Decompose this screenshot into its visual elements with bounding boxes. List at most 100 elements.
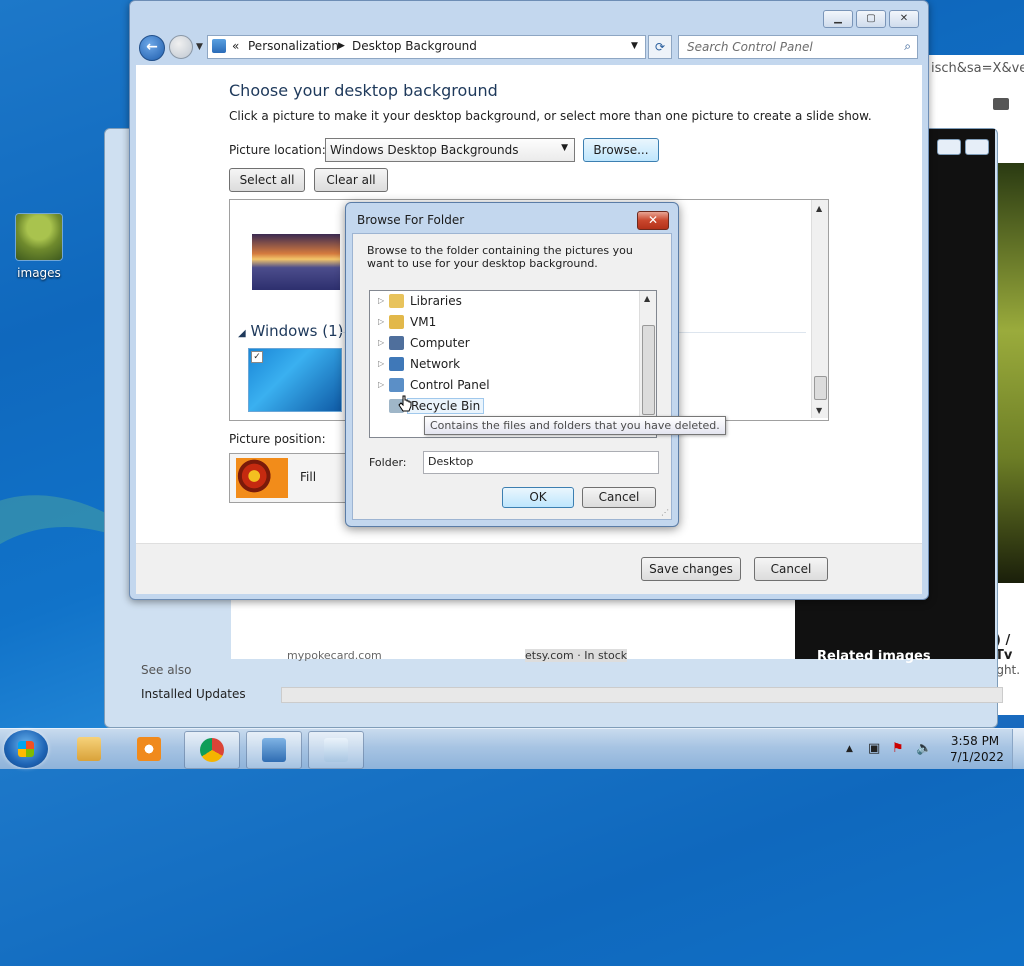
folder-label: Folder: [369, 456, 407, 469]
picture-position-value: Fill [300, 470, 317, 484]
hand-cursor-icon [398, 395, 412, 412]
result-source: mypokecard.com [287, 649, 382, 662]
network-icon [389, 357, 404, 371]
forward-arrow-icon[interactable] [169, 35, 193, 59]
media-player-icon [137, 737, 161, 761]
start-button[interactable] [4, 730, 48, 768]
browser-url-fragment[interactable]: isch&sa=X&ved [931, 55, 1024, 83]
save-changes-button[interactable]: Save changes [641, 557, 741, 581]
expand-arrow-icon[interactable]: ▷ [378, 338, 384, 347]
tree-item-vm1[interactable]: ▷ VM1 [370, 313, 638, 332]
image-file-icon [16, 214, 62, 260]
camera-icon[interactable] [993, 98, 1009, 110]
wallpaper-thumbnail-sunset[interactable] [252, 234, 340, 290]
clock-time: 3:58 PM [950, 734, 1000, 748]
expand-arrow-icon[interactable]: ▷ [378, 317, 384, 326]
browse-button[interactable]: Browse... [583, 138, 659, 162]
tree-scrollbar[interactable]: ▲ [639, 291, 656, 435]
taskbar-notepad[interactable] [308, 731, 364, 769]
tree-item-label: Control Panel [410, 378, 490, 392]
device-icon[interactable]: ▣ [868, 741, 880, 756]
cancel-button[interactable]: Cancel [754, 557, 828, 581]
tree-item-label: Libraries [410, 294, 462, 308]
ok-button[interactable]: OK [502, 487, 574, 508]
horizontal-scrollbar[interactable] [281, 687, 1003, 703]
clear-all-button[interactable]: Clear all [314, 168, 388, 192]
picture-position-select[interactable]: Fill [229, 453, 351, 503]
search-icon[interactable]: ⌕ [904, 39, 911, 54]
wallpaper-thumbnail-windows[interactable]: ✓ [248, 348, 342, 412]
taskbar-media-player[interactable] [122, 731, 176, 767]
resize-grip-icon[interactable]: ⋰ [661, 508, 669, 517]
select-all-button[interactable]: Select all [229, 168, 305, 192]
folder-input[interactable]: Desktop [423, 451, 659, 474]
expand-arrow-icon[interactable]: ▷ [378, 359, 384, 368]
show-hidden-icons-icon[interactable]: ▲ [846, 744, 853, 754]
breadcrumb-arrow-icon[interactable]: ▶ [338, 41, 345, 51]
scroll-down-icon[interactable]: ▼ [816, 406, 822, 415]
gallery-scrollbar[interactable]: ▲ ▼ [811, 200, 828, 418]
volume-icon[interactable]: 🔈 [916, 741, 932, 756]
breadcrumb-desktop-background[interactable]: Desktop Background [352, 39, 477, 53]
libraries-icon [389, 294, 404, 308]
taskbar-control-panel[interactable] [246, 731, 302, 769]
dialog-body: Browse to the folder containing the pict… [352, 233, 672, 520]
search-result-image[interactable] [997, 163, 1024, 583]
folder-icon [77, 737, 101, 761]
address-bar[interactable]: « Personalization ▶ Desktop Background ▼ [207, 35, 646, 59]
search-input[interactable]: Search Control Panel ⌕ [678, 35, 918, 59]
desktop-icon-images[interactable]: images [8, 214, 70, 280]
breadcrumb-personalization[interactable]: Personalization [248, 39, 339, 53]
maximize-icon[interactable]: ▢ [856, 10, 886, 28]
installed-updates-link[interactable]: Installed Updates [141, 687, 246, 701]
scrollbar-thumb[interactable] [642, 325, 655, 415]
close-icon[interactable]: ✕ [637, 211, 669, 230]
dialog-message: Browse to the folder containing the pict… [367, 244, 633, 270]
expand-arrow-icon[interactable]: ▷ [378, 296, 384, 305]
picture-location-select[interactable]: Windows Desktop Backgrounds ▼ [325, 138, 575, 162]
clock-date: 7/1/2022 [950, 750, 1004, 764]
notepad-icon [324, 738, 348, 762]
minimize-icon[interactable]: ▁ [823, 10, 853, 28]
see-also-heading: See also [141, 663, 192, 677]
scroll-up-icon[interactable]: ▲ [644, 294, 650, 303]
recent-pages-dropdown-icon[interactable]: ▼ [196, 42, 203, 52]
computer-icon [389, 336, 404, 350]
search-placeholder: Search Control Panel [687, 40, 813, 54]
tree-item-control-panel[interactable]: ▷ Control Panel [370, 376, 638, 395]
picture-location-value: Windows Desktop Backgrounds [330, 143, 519, 157]
maximize-icon[interactable] [937, 139, 961, 155]
control-panel-icon [212, 39, 226, 53]
taskbar-chrome[interactable] [184, 731, 240, 769]
scroll-up-icon[interactable]: ▲ [816, 204, 822, 213]
cancel-button[interactable]: Cancel [582, 487, 656, 508]
collapse-triangle-icon[interactable]: ◢ [238, 328, 246, 339]
result-title-fragment: ) / Tv [995, 633, 1013, 663]
refresh-icon[interactable]: ⟳ [648, 35, 672, 59]
network-warning-icon[interactable]: ⚑ [892, 741, 904, 756]
close-icon[interactable]: ✕ [889, 10, 919, 28]
address-dropdown-icon[interactable]: ▼ [631, 41, 638, 51]
tree-item-label: Computer [410, 336, 470, 350]
page-title: Choose your desktop background [229, 81, 498, 100]
scrollbar-thumb[interactable] [814, 376, 827, 400]
taskbar-explorer[interactable] [62, 731, 116, 767]
tree-item-libraries[interactable]: ▷ Libraries [370, 292, 638, 311]
checkbox-icon[interactable]: ✓ [251, 351, 263, 363]
tree-item-computer[interactable]: ▷ Computer [370, 334, 638, 353]
close-icon[interactable] [965, 139, 989, 155]
group-header[interactable]: ◢ Windows (1) [238, 322, 343, 340]
clock[interactable]: 3:58 PM 7/1/2022 [950, 733, 1004, 765]
control-panel-icon [262, 738, 286, 762]
expand-arrow-icon[interactable]: ▷ [378, 380, 384, 389]
back-arrow-icon[interactable]: ← [139, 35, 165, 61]
tree-item-label: Recycle Bin [407, 398, 485, 414]
desktop-icon-label: images [17, 266, 61, 280]
show-desktop-button[interactable] [1012, 729, 1024, 769]
result-source-2: etsy.com · In stock [525, 649, 628, 662]
tree-item-network[interactable]: ▷ Network [370, 355, 638, 374]
browse-for-folder-dialog[interactable]: Browse For Folder ✕ Browse to the folder… [345, 202, 679, 527]
recycle-bin-tooltip: Contains the files and folders that you … [424, 416, 726, 435]
group-name: Windows (1) [250, 322, 344, 340]
windows-logo-icon [18, 741, 34, 757]
